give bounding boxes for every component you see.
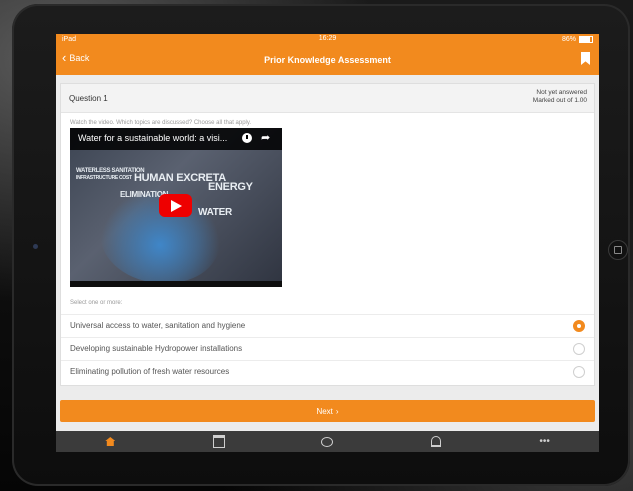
answer-label: Developing sustainable Hydropower instal… [70, 344, 243, 353]
watch-later-icon[interactable] [242, 133, 252, 143]
tab-home[interactable] [100, 435, 120, 449]
more-icon: ••• [539, 436, 550, 447]
back-button[interactable]: ‹ Back [62, 50, 90, 65]
question-title: Question 1 [69, 94, 108, 103]
question-prompt: Watch the video. Which topics are discus… [70, 120, 252, 126]
answer-checkbox[interactable] [573, 343, 585, 355]
app-screen: iPad 16:29 86% ‹ Back Prior Knowledge As… [56, 34, 599, 452]
video-word: WATER [198, 207, 232, 218]
chevron-left-icon: ‹ [62, 50, 67, 65]
tab-more[interactable]: ••• [535, 435, 555, 449]
answer-checkbox[interactable] [573, 366, 585, 378]
question-meta: Not yet answered Marked out of 1.00 [533, 89, 587, 105]
tab-calendar[interactable] [209, 435, 229, 449]
battery-icon [579, 35, 593, 43]
calendar-icon [212, 435, 225, 448]
page-title: Prior Knowledge Assessment [264, 54, 391, 65]
status-time: 16:29 [318, 35, 337, 42]
answer-hint: Select one or more: [70, 300, 123, 306]
tab-messages[interactable] [317, 435, 337, 449]
next-button[interactable]: Next › [60, 400, 595, 422]
tab-notifications[interactable] [426, 435, 446, 449]
bookmark-icon[interactable] [581, 52, 590, 65]
answer-option[interactable]: Universal access to water, sanitation an… [61, 314, 594, 337]
video-word: ENERGY [208, 181, 253, 193]
camera-icon [33, 244, 38, 249]
home-button-icon [614, 246, 622, 254]
answer-option[interactable]: Eliminating pollution of fresh water res… [61, 360, 594, 383]
video-player[interactable]: WATERLESS SANITATION INFRASTRUCTURE COST… [70, 128, 282, 287]
bell-icon [431, 436, 442, 447]
question-marks: Marked out of 1.00 [532, 97, 587, 104]
tab-bar: ••• [56, 431, 599, 452]
chevron-right-icon: › [335, 406, 339, 416]
home-button[interactable] [608, 240, 628, 260]
status-bar: iPad 16:29 86% [56, 34, 599, 44]
video-word: INFRASTRUCTURE COST [76, 175, 132, 181]
home-icon [105, 437, 116, 446]
chat-icon [321, 436, 334, 447]
answer-label: Universal access to water, sanitation an… [70, 321, 246, 330]
question-card: Question 1 Not yet answered Marked out o… [60, 83, 595, 386]
next-label: Next [316, 406, 333, 416]
question-header: Question 1 Not yet answered Marked out o… [61, 84, 594, 113]
video-title[interactable]: Water for a sustainable world: a visi... [78, 133, 227, 143]
share-icon[interactable]: ➦ [261, 131, 270, 144]
answer-checkbox-selected[interactable] [573, 320, 585, 332]
question-status: Not yet answered [536, 89, 587, 96]
back-label: Back [69, 53, 90, 63]
answer-label: Eliminating pollution of fresh water res… [70, 367, 230, 376]
video-title-bar: Water for a sustainable world: a visi...… [70, 128, 282, 150]
play-button[interactable] [159, 194, 192, 217]
video-bottom-bar [70, 281, 282, 287]
answer-option[interactable]: Developing sustainable Hydropower instal… [61, 337, 594, 360]
nav-bar: ‹ Back Prior Knowledge Assessment [56, 44, 599, 75]
